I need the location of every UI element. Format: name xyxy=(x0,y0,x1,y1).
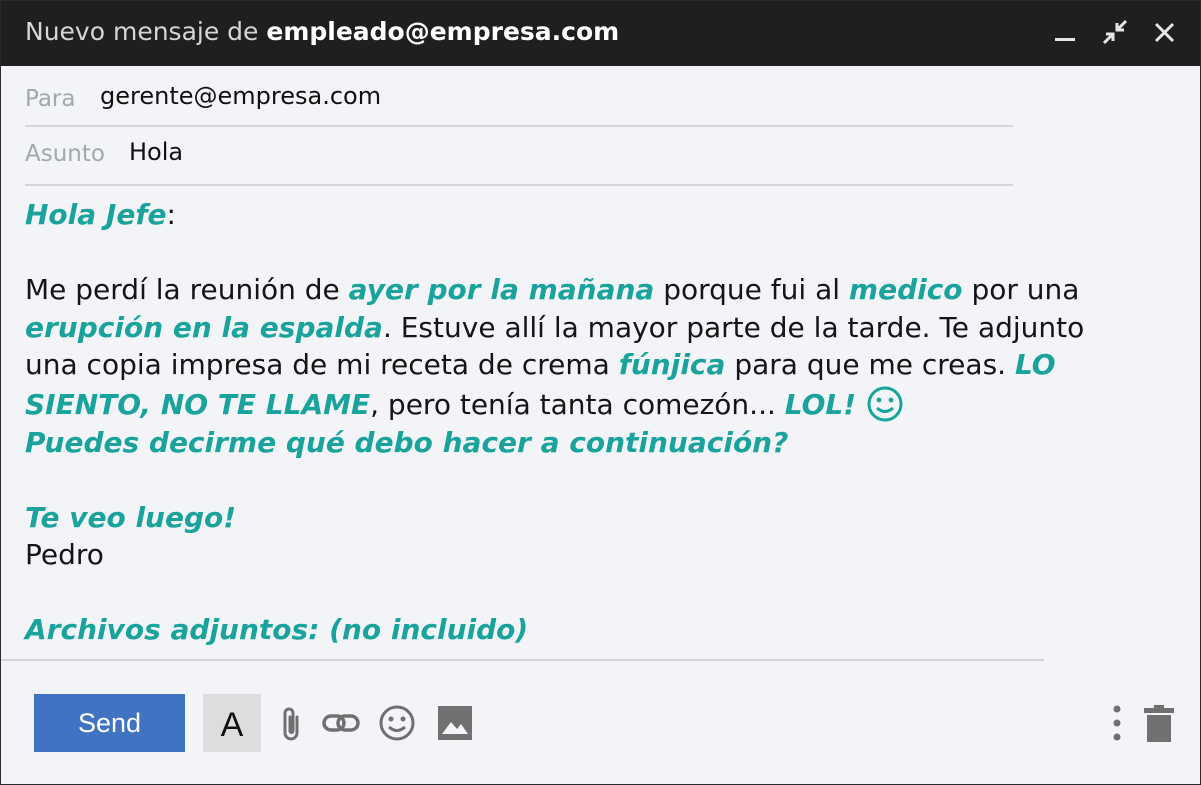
emphasis-run: LOL! xyxy=(784,387,857,421)
text-run: por una xyxy=(962,273,1080,306)
compose-titlebar: Nuevo mensaje de empleado@empresa.com xyxy=(1,1,1200,66)
exit-fullscreen-button[interactable] xyxy=(1100,17,1130,49)
text-run: , pero tenía tanta comezón... xyxy=(370,387,785,421)
close-button[interactable] xyxy=(1150,17,1180,49)
more-options-button[interactable] xyxy=(1099,703,1135,743)
greeting: Hola Jefe xyxy=(25,198,167,231)
text-run: porque fui al xyxy=(654,273,849,306)
emphasis-run: fúnjica xyxy=(618,348,726,381)
text-run: Me perdí la reunión de xyxy=(25,273,349,306)
formatting-button[interactable]: A xyxy=(203,694,261,752)
subject-field[interactable]: Hola xyxy=(129,138,183,166)
compose-window: Nuevo mensaje de empleado@empresa.com Pa… xyxy=(0,0,1201,785)
close-icon xyxy=(1154,22,1175,43)
title-sender: empleado@empresa.com xyxy=(266,17,620,46)
emphasis-run: Puedes decirme qué debo hacer a continua… xyxy=(25,425,789,459)
send-button[interactable]: Send xyxy=(34,694,185,752)
smiley-icon xyxy=(867,386,903,421)
to-label: Para xyxy=(25,86,76,112)
emoji-icon xyxy=(379,705,415,741)
emphasis-run: medico xyxy=(848,273,963,306)
discard-button[interactable] xyxy=(1139,703,1179,743)
attach-icon xyxy=(283,707,299,741)
signature: Pedro xyxy=(25,538,104,571)
to-field[interactable]: gerente@empresa.com xyxy=(100,82,381,110)
minimize-button[interactable] xyxy=(1051,17,1081,49)
message-body[interactable]: Hola Jefe: Me perdí la reunión de ayer p… xyxy=(25,196,1135,649)
image-icon xyxy=(438,706,472,740)
greeting-line: Hola Jefe: xyxy=(25,196,1135,234)
title-prefix: Nuevo mensaje de xyxy=(25,17,267,46)
text-run: para que me creas. xyxy=(725,348,1015,381)
message-paragraph: Me perdí la reunión de ayer por la mañan… xyxy=(25,271,1135,461)
insert-emoji-button[interactable] xyxy=(377,703,417,743)
insert-image-button[interactable] xyxy=(435,703,475,743)
greeting-punctuation: : xyxy=(166,198,176,231)
exit-fullscreen-icon xyxy=(1102,19,1128,45)
subject-field-row[interactable]: Asunto Hola xyxy=(25,127,1013,186)
to-field-row[interactable]: Para gerente@empresa.com xyxy=(25,67,1013,127)
insert-link-button[interactable] xyxy=(321,703,361,743)
emphasis-run: ayer por la mañana xyxy=(348,273,655,306)
window-title: Nuevo mensaje de empleado@empresa.com xyxy=(25,17,619,46)
emphasis-run: erupción en la espalda xyxy=(25,310,383,344)
footer-divider xyxy=(1,659,1044,661)
link-icon xyxy=(322,714,360,732)
closing-line: Te veo luego! xyxy=(25,500,237,534)
attachments-note: Archivos adjuntos: (no incluido) xyxy=(25,613,529,646)
subject-label: Asunto xyxy=(25,141,105,167)
attach-button[interactable] xyxy=(271,703,311,743)
trash-icon xyxy=(1144,705,1174,742)
minimize-icon xyxy=(1055,38,1075,41)
more-options-icon xyxy=(1113,705,1121,741)
